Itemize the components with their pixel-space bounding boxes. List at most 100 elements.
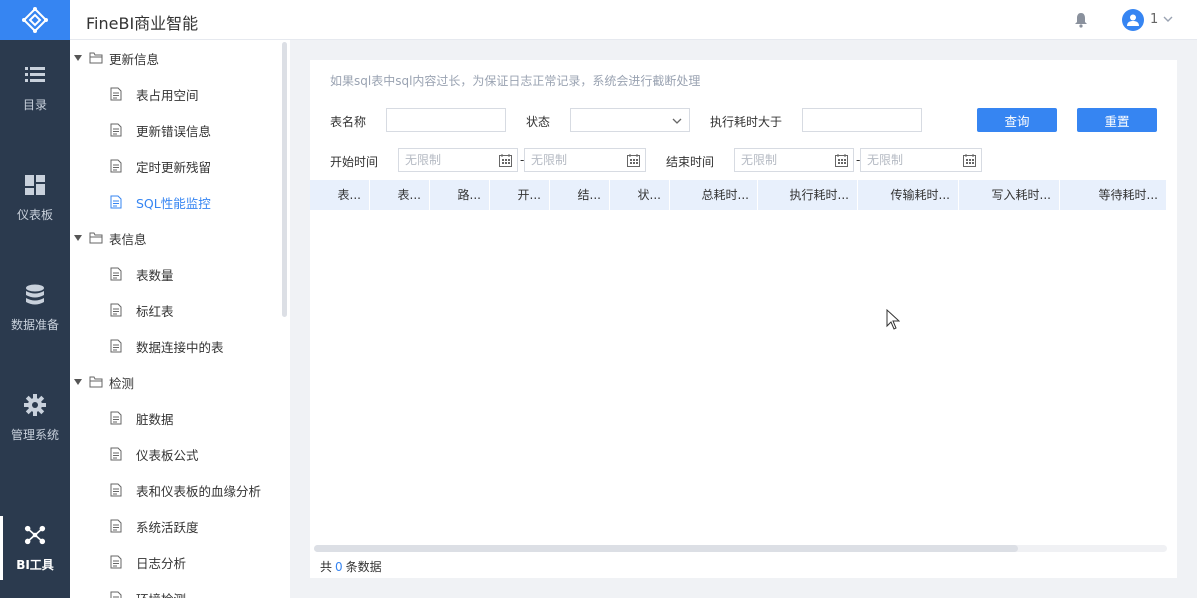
tree-item-table-count[interactable]: 表数量 (70, 256, 280, 292)
tree-group-label: 检测 (109, 375, 135, 391)
logo[interactable] (0, 0, 70, 40)
status-label: 状态 (526, 115, 551, 129)
tree-group-update-info[interactable]: 更新信息 (70, 40, 280, 76)
tree-item-log-analysis[interactable]: 日志分析 (70, 544, 280, 580)
table-name-label: 表名称 (330, 115, 367, 129)
dashboard-icon (24, 174, 46, 196)
chevron-down-icon (672, 118, 682, 124)
mouse-cursor-icon (886, 309, 900, 330)
caret-down-icon[interactable] (73, 233, 83, 243)
column-header[interactable]: 结... (550, 180, 610, 210)
tree-item-connection-tables[interactable]: 数据连接中的表 (70, 328, 280, 364)
exec-time-input[interactable] (802, 108, 922, 132)
user-name[interactable]: 1 (1150, 12, 1158, 27)
document-icon (110, 123, 122, 137)
database-icon (24, 284, 46, 306)
column-header[interactable]: 执行耗时... (758, 180, 858, 210)
bell-icon[interactable] (1074, 12, 1088, 28)
document-icon (110, 591, 122, 598)
calendar-icon[interactable] (835, 154, 848, 167)
tree-item-label: 数据连接中的表 (136, 339, 224, 355)
sql-monitor-panel: 如果sql表中sql内容过长，为保证日志正常记录，系统会进行截断处理 表名称 状… (310, 60, 1177, 578)
rail-item-catalog[interactable]: 目录 (0, 48, 70, 128)
end-time-from-input[interactable]: 无限制 (734, 148, 854, 172)
document-icon (110, 483, 122, 497)
rail-item-bi-tools[interactable]: BI工具 (0, 508, 70, 588)
column-header[interactable]: 表... (310, 180, 370, 210)
rail-item-data-prep[interactable]: 数据准备 (0, 268, 70, 348)
rail-label: 管理系统 (10, 427, 59, 442)
column-header[interactable]: 写入耗时... (959, 180, 1060, 210)
tree-item-label: 系统活跃度 (136, 519, 199, 535)
tree-group-table-info[interactable]: 表信息 (70, 220, 280, 256)
start-time-from-input[interactable]: 无限制 (398, 148, 518, 172)
tree-item-red-tables[interactable]: 标红表 (70, 292, 280, 328)
folder-open-icon (89, 232, 103, 244)
rail-item-dashboard[interactable]: 仪表板 (0, 158, 70, 238)
tree-item-label: 环境检测 (136, 589, 186, 598)
document-icon (110, 411, 122, 425)
user-avatar-icon[interactable] (1122, 9, 1144, 31)
tree-item-sql-monitor[interactable]: SQL性能监控 (70, 184, 280, 220)
date-placeholder: 无限制 (531, 153, 568, 167)
tree-item-label: SQL性能监控 (136, 195, 211, 211)
tree-item-label: 表和仪表板的血缘分析 (136, 483, 262, 499)
caret-down-icon[interactable] (73, 377, 83, 387)
document-icon (110, 87, 122, 101)
column-header[interactable]: 表... (370, 180, 430, 210)
calendar-icon[interactable] (499, 154, 512, 167)
document-icon (110, 555, 122, 569)
tree-item-dirty-data[interactable]: 脏数据 (70, 400, 280, 436)
tree-group-label: 更新信息 (109, 51, 160, 67)
column-header[interactable]: 等待耗时... (1060, 180, 1167, 210)
calendar-icon[interactable] (963, 154, 976, 167)
gear-icon (24, 393, 46, 416)
list-icon (24, 64, 46, 86)
tree-item-label: 更新错误信息 (136, 123, 212, 139)
query-button[interactable]: 查询 (977, 108, 1057, 132)
document-icon (110, 447, 122, 461)
date-placeholder: 无限制 (741, 153, 778, 167)
column-header[interactable]: 总耗时... (670, 180, 758, 210)
tree-item-label: 日志分析 (136, 555, 187, 571)
rail-item-management[interactable]: 管理系统 (0, 378, 70, 458)
column-header[interactable]: 路... (430, 180, 490, 210)
date-placeholder: 无限制 (867, 153, 904, 167)
tree-item-update-errors[interactable]: 更新错误信息 (70, 112, 280, 148)
document-icon (110, 339, 122, 353)
table-header: 表... 表... 路... 开... 结... 状... 总耗时... 执行耗… (310, 180, 1167, 210)
start-time-to-input[interactable]: 无限制 (524, 148, 646, 172)
tree-item-label: 标红表 (136, 303, 174, 319)
tree-group-detection[interactable]: 检测 (70, 364, 280, 400)
tree-item-label: 表数量 (136, 267, 174, 283)
tree-scrollbar[interactable] (282, 42, 287, 317)
column-header[interactable]: 开... (490, 180, 550, 210)
table-name-input[interactable] (386, 108, 506, 132)
status-select[interactable] (570, 108, 690, 132)
folder-open-icon (89, 52, 103, 64)
tree-item-scheduled-residue[interactable]: 定时更新残留 (70, 148, 280, 184)
tree-item-table-space[interactable]: 表占用空间 (70, 76, 280, 112)
caret-down-icon[interactable] (73, 53, 83, 63)
truncation-hint: 如果sql表中sql内容过长，为保证日志正常记录，系统会进行截断处理 (330, 74, 701, 88)
reset-button[interactable]: 重置 (1077, 108, 1157, 132)
chevron-down-icon[interactable] (1162, 13, 1174, 25)
scrollbar-thumb[interactable] (314, 545, 1018, 552)
tool-tree: 更新信息 表占用空间 更新错误信息 定时更新残留 SQL性能监控 表信息 表数量… (70, 40, 290, 598)
document-icon (110, 195, 122, 209)
tree-item-env-check[interactable]: 环境检测 (70, 580, 280, 598)
folder-open-icon (89, 376, 103, 388)
count-suffix: 条数据 (345, 560, 382, 574)
document-icon (110, 519, 122, 533)
tree-item-activity[interactable]: 系统活跃度 (70, 508, 280, 544)
calendar-icon[interactable] (627, 154, 640, 167)
exec-time-label: 执行耗时大于 (710, 115, 783, 129)
end-time-to-input[interactable]: 无限制 (860, 148, 982, 172)
table-horizontal-scrollbar[interactable] (314, 545, 1167, 552)
finebi-logo-icon (22, 7, 48, 33)
column-header[interactable]: 状... (610, 180, 670, 210)
tree-item-dashboard-formula[interactable]: 仪表板公式 (70, 436, 280, 472)
tree-item-lineage[interactable]: 表和仪表板的血缘分析 (70, 472, 280, 508)
rail-label: 数据准备 (10, 317, 59, 332)
column-header[interactable]: 传输耗时... (858, 180, 959, 210)
